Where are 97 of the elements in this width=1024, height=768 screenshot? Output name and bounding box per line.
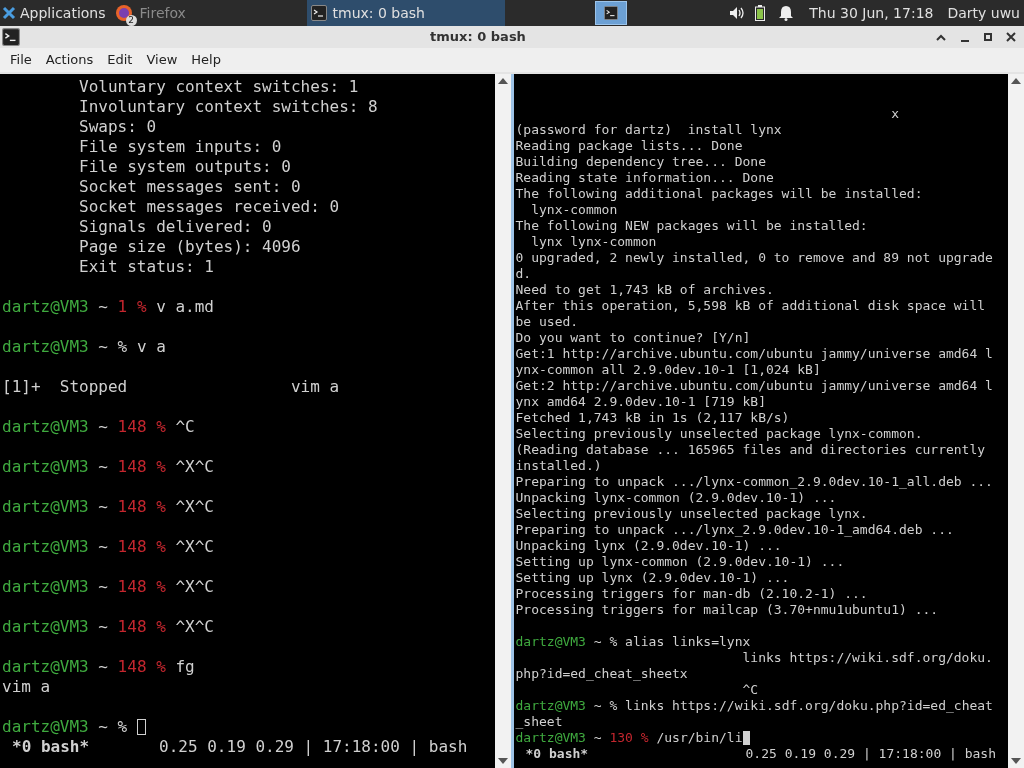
terminal-line: Reading package lists... Done: [515, 138, 743, 154]
user-name[interactable]: Darty uwu: [947, 2, 1020, 24]
terminal-line: lynx-common: [530, 202, 618, 218]
close-icon[interactable]: [1006, 32, 1016, 42]
prompt-line: dartz@VM3 ~ 130 % /usr/bin/li: [515, 730, 743, 746]
terminal-icon: [310, 5, 327, 21]
prompt-line: dartz@VM3 ~ 148 % ^X^C: [2, 457, 214, 477]
terminal-line: 0 upgraded, 2 newly installed, 0 to remove and 89 not upgrade: [515, 250, 993, 266]
scroll-up-icon[interactable]: [497, 78, 508, 84]
terminal-line: File system outputs: 0: [78, 157, 291, 177]
menu-item[interactable]: View: [140, 50, 184, 70]
menu-item[interactable]: Edit: [101, 50, 139, 70]
terminal-line: Building dependency tree... Done: [515, 154, 766, 170]
window-count-badge: 2: [125, 15, 137, 26]
volume-icon[interactable]: [729, 6, 746, 20]
bell-icon[interactable]: [779, 5, 794, 21]
terminal-line: Do you want to continue? [Y/n]: [515, 330, 751, 346]
terminal-line: ynx-common all 2.9.0dev.10-1 [1,024 kB]: [515, 362, 821, 378]
terminal-line: _sheet: [515, 714, 563, 730]
terminal-line: Involuntary context switches: 8: [78, 97, 378, 117]
scroll-down-icon[interactable]: [497, 758, 508, 764]
terminal-line: Selecting previously unselected package lynx.: [515, 506, 868, 522]
terminal-line: php?id=ed_cheat_sheetx: [515, 666, 688, 682]
applications-menu[interactable]: Applications: [0, 0, 110, 26]
terminal-line: Socket messages sent: 0: [78, 177, 301, 197]
x-logo-icon: [2, 6, 16, 20]
status-info: 0.25 0.19 0.29 | 17:18:00 | bash: [745, 746, 997, 762]
terminal-line: Exit status: 1: [78, 257, 214, 277]
terminal-icon: [603, 6, 618, 20]
prompt-line: dartz@VM3 ~ 148 % ^X^C: [2, 497, 214, 517]
taskbar-item[interactable]: tmux: 0 bash: [306, 0, 505, 26]
prompt-line: dartz@VM3 ~ 148 % fg: [2, 657, 195, 677]
terminal-line: (password for dartz) install lynx: [515, 122, 782, 138]
scrollbar[interactable]: [1008, 74, 1024, 768]
menu-item[interactable]: Help: [185, 50, 227, 70]
workspace-button[interactable]: [594, 1, 627, 25]
battery-icon[interactable]: [755, 5, 766, 21]
terminal-line: File system inputs: 0: [78, 137, 282, 157]
terminal-line: ^C: [741, 682, 759, 698]
terminal-line: Socket messages received: 0: [78, 197, 340, 217]
menu-item[interactable]: File: [4, 50, 38, 70]
session-label: *0 bash*: [524, 746, 589, 762]
terminal-line: x: [890, 106, 899, 122]
terminal-line: Unpacking lynx (2.9.0dev.10-1) ...: [515, 538, 782, 554]
terminal-line: ynx amd64 2.9.0dev.10-1 [719 kB]: [515, 394, 766, 410]
terminal-line: [1]+ Stopped vim a: [2, 377, 340, 397]
prompt-line: dartz@VM3 ~ % v a: [2, 337, 166, 357]
terminal-line: Setting up lynx (2.9.0dev.10-1) ...: [515, 570, 790, 586]
terminal-line: Need to get 1,743 kB of archives.: [515, 282, 774, 298]
terminal-line: Reading state information... Done: [515, 170, 774, 186]
terminal-line: Signals delivered: 0: [78, 217, 272, 237]
prompt-line: dartz@VM3 ~ %: [2, 717, 128, 737]
terminal-line: Preparing to unpack .../lynx-common_2.9.0dev.10-1_all.deb ...: [515, 474, 993, 490]
prompt-line: dartz@VM3 ~ 1 % v a.md: [2, 297, 214, 317]
terminal-line: Get:2 http://archive.ubuntu.com/ubuntu jammy/universe amd64 l: [515, 378, 993, 394]
terminal-line: (Reading database ... 165965 files and directories currently: [515, 442, 986, 458]
terminal-line: Setting up lynx-common (2.9.0dev.10-1) ...: [515, 554, 845, 570]
session-label: *0 bash*: [11, 737, 90, 757]
prompt-line: dartz@VM3 ~ % alias links=lynx: [515, 634, 751, 650]
terminal-line: d.: [515, 266, 532, 282]
task-label: Firefox: [139, 3, 186, 23]
terminal-pane[interactable]: [0, 74, 495, 768]
prompt-line: dartz@VM3 ~ 148 % ^X^C: [2, 577, 214, 597]
prompt-line: dartz@VM3 ~ 148 % ^X^C: [2, 617, 214, 637]
menu-item[interactable]: Actions: [39, 50, 100, 70]
terminal-line: The following additional packages will be installed:: [515, 186, 923, 202]
terminal-line: lynx lynx-common: [530, 234, 657, 250]
status-info: 0.25 0.19 0.29 | 17:18:00 | bash: [159, 737, 468, 757]
terminal-line: After this operation, 5,598 kB of additional disk space will: [515, 298, 986, 314]
prompt-line: dartz@VM3 ~ 148 % ^C: [2, 417, 195, 437]
scroll-up-icon[interactable]: [1011, 78, 1021, 84]
terminal-line: installed.): [515, 458, 602, 474]
terminal-line: Preparing to unpack .../lynx_2.9.0dev.10-1_amd64.deb ...: [515, 522, 954, 538]
maximize-icon[interactable]: [984, 33, 992, 41]
terminal-line: Fetched 1,743 kB in 1s (2,117 kB/s): [515, 410, 790, 426]
terminal-pane[interactable]: [513, 74, 1008, 768]
taskbar-item[interactable]: 2 Firefox: [109, 0, 308, 26]
task-label: tmux: 0 bash: [332, 3, 425, 23]
terminal-line: vim a: [2, 677, 51, 697]
terminal-line: Unpacking lynx-common (2.9.0dev.10-1) ...: [515, 490, 837, 506]
terminal-line: Swaps: 0: [78, 117, 157, 137]
scroll-down-icon[interactable]: [1011, 758, 1021, 764]
terminal-line: be used.: [515, 314, 579, 330]
clock[interactable]: Thu 30 Jun, 17:18: [809, 2, 934, 24]
terminal-line: Voluntary context switches: 1: [78, 77, 359, 97]
prompt-line: dartz@VM3 ~ % links https://wiki.sdf.org/doku.php?id=ed_cheat: [515, 698, 993, 714]
terminal-line: Selecting previously unselected package lynx-common.: [515, 426, 923, 442]
terminal-line: Processing triggers for man-db (2.10.2-1) ...: [515, 586, 868, 602]
browser-icon: [114, 4, 133, 22]
terminal-line: The following NEW packages will be installed:: [515, 218, 868, 234]
terminal-line: Page size (bytes): 4096: [78, 237, 301, 257]
window-title: tmux: 0 bash: [429, 28, 527, 47]
caret-up-icon[interactable]: [936, 33, 946, 41]
terminal-line: links https://wiki.sdf.org/doku.: [741, 650, 993, 666]
prompt-line: dartz@VM3 ~ 148 % ^X^C: [2, 537, 214, 557]
terminal-line: Get:1 http://archive.ubuntu.com/ubuntu jammy/universe amd64 l: [515, 346, 993, 362]
terminal-line: Processing triggers for mailcap (3.70+nmu1ubuntu1) ...: [515, 602, 939, 618]
